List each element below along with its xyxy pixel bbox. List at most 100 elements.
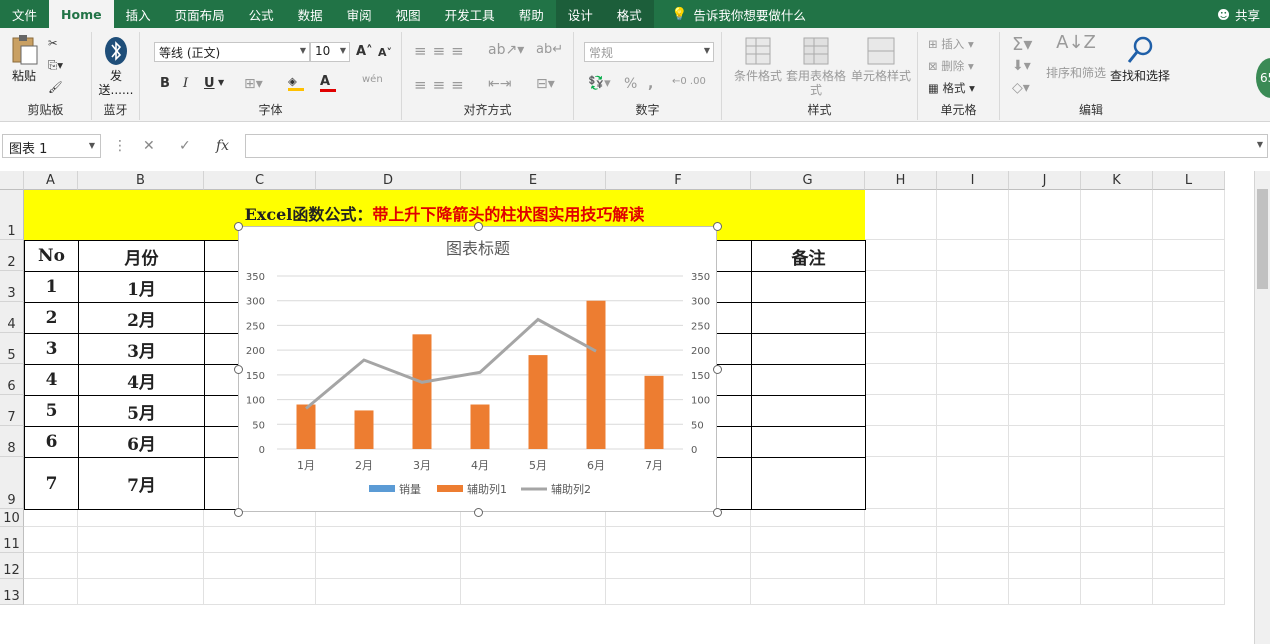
grid-cell[interactable]	[865, 364, 937, 395]
grid-cell[interactable]	[606, 527, 751, 553]
percent-button[interactable]: %	[624, 76, 637, 92]
grid-cell[interactable]	[24, 527, 78, 553]
horizontal-align-icons[interactable]: ≡≡≡	[414, 76, 470, 94]
column-header[interactable]: A	[24, 171, 78, 190]
grid-cell[interactable]	[461, 553, 606, 579]
grow-font-button[interactable]: A˄	[356, 44, 373, 59]
grid-cell[interactable]	[606, 579, 751, 605]
border-icon[interactable]: ⊞▾	[244, 76, 263, 92]
format-painter-icon[interactable]: 🖌	[48, 80, 63, 94]
grid-cell[interactable]	[1081, 457, 1153, 509]
grid-cell[interactable]	[1009, 553, 1081, 579]
header-no[interactable]: No	[24, 240, 79, 272]
header-note[interactable]: 备注	[751, 240, 866, 272]
row-header[interactable]: 1	[0, 190, 24, 240]
cancel-icon[interactable]: ✕	[143, 138, 155, 154]
grid-cell[interactable]	[1009, 364, 1081, 395]
grid-cell[interactable]	[1009, 271, 1081, 302]
vertical-align-icons[interactable]: ≡≡≡	[414, 42, 470, 60]
grid-cell[interactable]	[865, 333, 937, 364]
grid-cell[interactable]	[751, 579, 865, 605]
resize-handle[interactable]	[473, 222, 483, 231]
grid-cell[interactable]	[1009, 240, 1081, 271]
grid-cell[interactable]	[865, 579, 937, 605]
share-button[interactable]: ☻ 共享	[1217, 0, 1260, 28]
fill-color-button[interactable]: ◈	[288, 74, 304, 91]
column-header[interactable]: E	[461, 171, 606, 190]
tab-1[interactable]: Home	[49, 0, 114, 28]
insert-cells-button[interactable]: ⊞ 插入 ▾	[928, 36, 974, 52]
tab-8[interactable]: 开发工具	[433, 0, 507, 28]
bold-button[interactable]: B	[160, 76, 170, 91]
resize-handle[interactable]	[713, 222, 722, 231]
confirm-icon[interactable]: ✓	[179, 138, 191, 154]
autosum-icon[interactable]: Σ▾	[1012, 34, 1032, 55]
number-format-select[interactable]: 常规 ▼	[584, 42, 714, 62]
grid-cell[interactable]	[865, 395, 937, 426]
grid-cell[interactable]	[751, 527, 865, 553]
grid-cell[interactable]	[606, 553, 751, 579]
copy-icon[interactable]: ⎘▾	[48, 58, 63, 73]
row-header[interactable]: 6	[0, 364, 24, 395]
grid-cell[interactable]	[865, 271, 937, 302]
grid-cell[interactable]	[78, 509, 204, 527]
grid-cell[interactable]	[1081, 509, 1153, 527]
grid-cell[interactable]	[24, 509, 78, 527]
row-number-cell[interactable]: 2	[24, 302, 79, 334]
row-header[interactable]: 13	[0, 579, 24, 605]
grid-cell[interactable]	[937, 527, 1009, 553]
grid-cell[interactable]	[204, 579, 316, 605]
row-number-cell[interactable]: 5	[24, 395, 79, 427]
delete-cells-button[interactable]: ⊠ 删除 ▾	[928, 58, 974, 74]
grid-cell[interactable]	[1081, 190, 1153, 240]
italic-button[interactable]: I	[183, 76, 188, 91]
cut-icon[interactable]: ✂	[48, 36, 58, 50]
grid-cell[interactable]	[937, 457, 1009, 509]
column-header[interactable]: G	[751, 171, 865, 190]
font-name-select[interactable]: 等线 (正文) ▼	[154, 42, 310, 62]
column-header[interactable]: C	[204, 171, 316, 190]
underline-button[interactable]: U	[204, 76, 215, 91]
grid-cell[interactable]	[937, 364, 1009, 395]
column-header[interactable]: K	[1081, 171, 1153, 190]
cell-styles-button[interactable]: 单元格样式	[846, 36, 916, 83]
tab-11[interactable]: 格式	[604, 0, 654, 28]
row-header[interactable]: 9	[0, 457, 24, 509]
column-header[interactable]: B	[78, 171, 204, 190]
fill-icon[interactable]: ⬇▾	[1012, 58, 1031, 74]
column-header[interactable]: L	[1153, 171, 1225, 190]
row-header[interactable]: 7	[0, 395, 24, 426]
note-cell[interactable]	[751, 426, 866, 458]
grid-cell[interactable]	[1009, 457, 1081, 509]
shrink-font-button[interactable]: A˅	[378, 46, 392, 59]
grid-cell[interactable]	[1153, 333, 1225, 364]
grid-cell[interactable]	[1153, 553, 1225, 579]
tab-4[interactable]: 公式	[237, 0, 286, 28]
grid-cell[interactable]	[937, 553, 1009, 579]
chevron-down-icon[interactable]: ▼	[218, 78, 224, 87]
currency-icon[interactable]: 💱▾	[588, 76, 611, 91]
row-header[interactable]: 8	[0, 426, 24, 457]
row-month-cell[interactable]: 6月	[78, 426, 205, 458]
row-number-cell[interactable]: 1	[24, 271, 79, 303]
row-month-cell[interactable]: 4月	[78, 364, 205, 396]
grid-cell[interactable]	[1081, 364, 1153, 395]
grid-cell[interactable]	[937, 271, 1009, 302]
tab-7[interactable]: 视图	[384, 0, 433, 28]
grid-cell[interactable]	[865, 190, 937, 240]
grid-cell[interactable]	[1153, 457, 1225, 509]
grid-cell[interactable]	[1081, 426, 1153, 457]
grid-cell[interactable]	[1153, 527, 1225, 553]
merge-cells-icon[interactable]: ⊟▾	[536, 76, 555, 92]
grid-cell[interactable]	[1009, 527, 1081, 553]
paste-button[interactable]: 粘贴	[6, 34, 42, 83]
orientation-icon[interactable]: ab↗▾	[488, 42, 524, 58]
grid-cell[interactable]	[78, 527, 204, 553]
tab-5[interactable]: 数据	[286, 0, 335, 28]
grid-cell[interactable]	[1153, 240, 1225, 271]
tab-2[interactable]: 插入	[114, 0, 163, 28]
grid-cell[interactable]	[1153, 271, 1225, 302]
insert-function-icon[interactable]: fx	[216, 138, 229, 154]
grid-cell[interactable]	[937, 395, 1009, 426]
grid-cell[interactable]	[1009, 579, 1081, 605]
